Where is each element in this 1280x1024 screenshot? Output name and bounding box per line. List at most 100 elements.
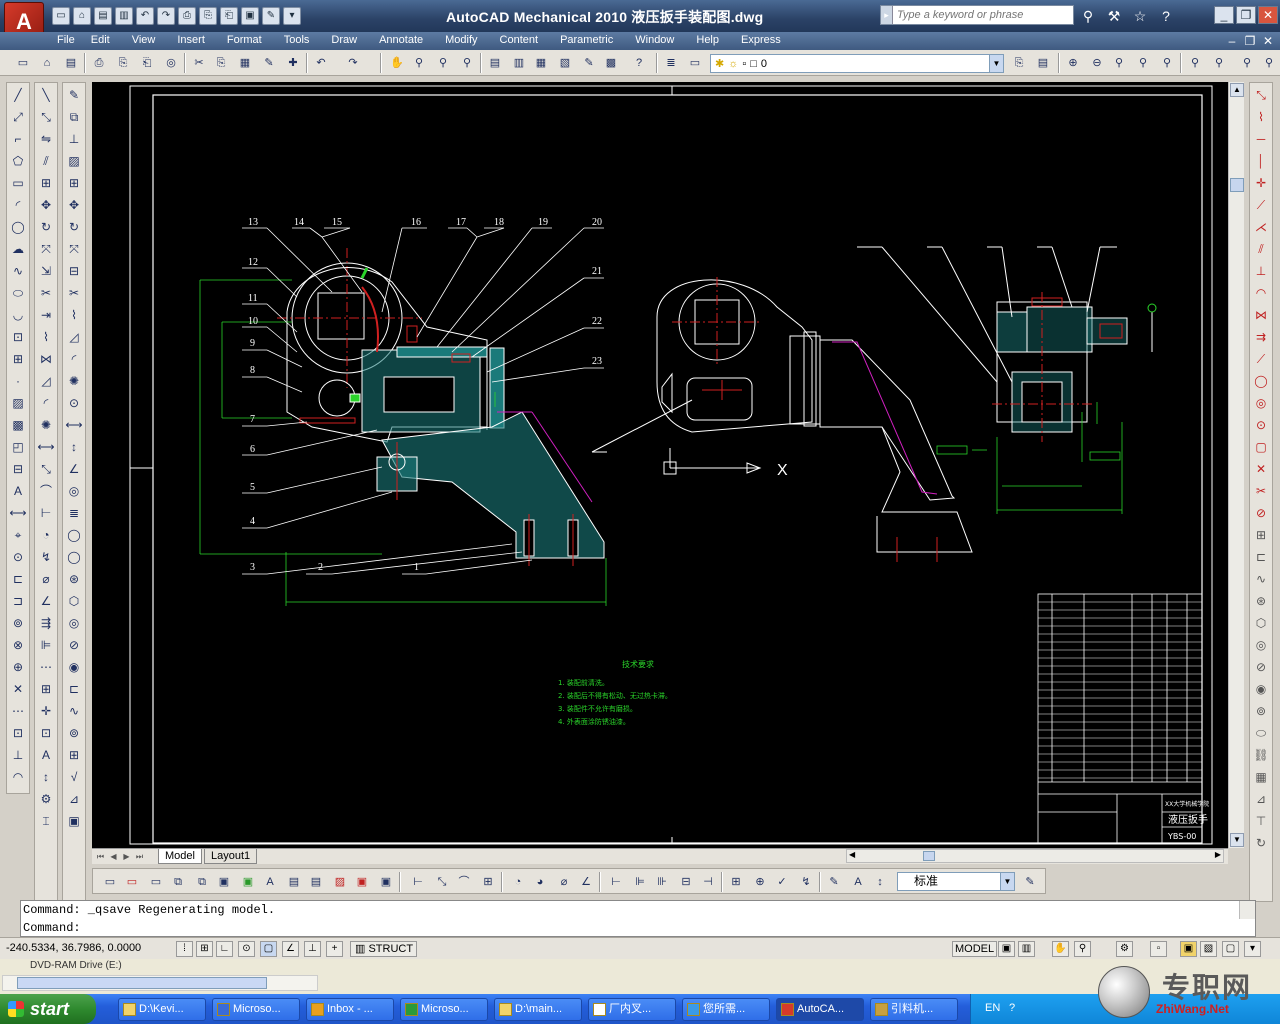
open-file-icon[interactable]: ⌂	[38, 54, 56, 72]
nut-gen-icon[interactable]: ⬡	[1251, 613, 1271, 633]
zoom-extents-icon[interactable]: ⚲	[1134, 54, 1152, 72]
construction-v-icon[interactable]: │	[1251, 151, 1271, 171]
menu-window[interactable]: Window	[635, 34, 684, 46]
markup-icon[interactable]: ✎	[580, 54, 598, 72]
quick-view-drawings-icon[interactable]: ▥	[1018, 941, 1035, 957]
rotate-mech-icon[interactable]: ↻	[64, 217, 84, 237]
polar-mode-icon[interactable]: ⊙	[238, 941, 255, 957]
tol-icon[interactable]: ⊞	[727, 873, 745, 891]
menu-draw[interactable]: Draw	[331, 34, 367, 46]
tab-last-icon[interactable]: ⏭	[133, 850, 146, 863]
mirror-icon[interactable]: ⇋	[36, 129, 56, 149]
construction-line-icon[interactable]: ⤢	[8, 107, 28, 127]
hatch-red-icon[interactable]: ▨	[331, 873, 349, 891]
dim-ord-icon[interactable]: ⊞	[479, 873, 497, 891]
dyn-mode-icon[interactable]: +	[326, 941, 343, 957]
dim-edit-icon[interactable]: A	[36, 745, 56, 765]
rect-red-icon[interactable]: ▭	[123, 873, 141, 891]
tab-next-icon[interactable]: ▶	[120, 850, 133, 863]
quick-view-layouts-icon[interactable]: ▣	[998, 941, 1015, 957]
ducs-mode-icon[interactable]: ⊥	[304, 941, 321, 957]
snap-perp-icon[interactable]: ⊥	[8, 745, 28, 765]
dim-style-icon[interactable]: ⚙	[36, 789, 56, 809]
open-icon[interactable]: ⌂	[73, 7, 91, 25]
dim-style-dropdown[interactable]: 标准 ▼	[897, 872, 1015, 891]
explorer-hscroll-thumb[interactable]	[17, 977, 267, 989]
spring-icon[interactable]: ∿	[64, 701, 84, 721]
scale-icon[interactable]: ⤧	[36, 239, 56, 259]
zoom-in-icon[interactable]: ⊕	[1064, 54, 1082, 72]
plot-icon[interactable]: ⎙	[178, 7, 196, 25]
snap-intersection-icon[interactable]: ✕	[8, 679, 28, 699]
erase-icon[interactable]: ╲	[36, 85, 56, 105]
menu-modify[interactable]: Modify	[445, 34, 487, 46]
fits-icon[interactable]: ⊞	[64, 745, 84, 765]
pan-icon[interactable]: ✋	[388, 54, 406, 72]
otrack-mode-icon[interactable]: ∠	[282, 941, 299, 957]
publish-icon[interactable]: ⎗	[220, 7, 238, 25]
tool-palettes-icon[interactable]: ▦	[532, 54, 550, 72]
construction-circle-icon[interactable]: ◯	[1251, 371, 1271, 391]
centerline-icon[interactable]: ⊥	[64, 129, 84, 149]
break-mech-icon[interactable]: ⌇	[64, 305, 84, 325]
snap-tangent-icon[interactable]: ◠	[8, 767, 28, 787]
dim-vert-icon[interactable]: ↕	[64, 437, 84, 457]
hole-icon[interactable]: ◉	[64, 657, 84, 677]
sheet-set-icon[interactable]: ▧	[556, 54, 574, 72]
center-mark-icon[interactable]: ✛	[36, 701, 56, 721]
help-icon[interactable]: ?	[1156, 6, 1176, 26]
construction-h-icon[interactable]: ─	[1251, 129, 1271, 149]
menu-insert[interactable]: Insert	[177, 34, 215, 46]
menu-help[interactable]: Help	[696, 34, 729, 46]
drawing-canvas[interactable]: 13 14 15 16 17 18 19 20 21 22 23 12 11 1…	[92, 82, 1228, 848]
chain-gen-icon[interactable]: ⛓	[1251, 745, 1271, 765]
quick-dim-icon[interactable]: ⇶	[36, 613, 56, 633]
insert-block-icon[interactable]: ⊡	[8, 327, 28, 347]
osnap-mode-icon[interactable]: ▢	[260, 941, 277, 957]
jogged-linear-icon[interactable]: ↯	[797, 873, 815, 891]
line-icon[interactable]: ╱	[8, 85, 28, 105]
command-line[interactable]: Command: _qsave Regenerating model. Comm…	[20, 900, 1256, 937]
horizontal-scrollbar[interactable]: ◀ ▶	[846, 849, 1224, 863]
favorites-icon[interactable]: ☆	[1130, 6, 1150, 26]
dim-rad-icon[interactable]: ◔	[509, 873, 527, 891]
grid-mode-icon[interactable]: ⊞	[196, 941, 213, 957]
bearing-gen-icon[interactable]: ⊚	[1251, 701, 1271, 721]
revcloud-icon[interactable]: ☁	[8, 239, 28, 259]
qdim-icon[interactable]: ⊢	[607, 873, 625, 891]
offset-icon[interactable]: ⫽	[36, 151, 56, 171]
pan-status-icon[interactable]: ✋	[1052, 941, 1069, 957]
undo-tool-icon[interactable]: ↶	[312, 54, 330, 72]
status-menu-icon[interactable]: ▾	[1244, 941, 1261, 957]
frame-green-icon[interactable]: ▣	[239, 873, 257, 891]
screw-gen-icon[interactable]: ⊛	[1251, 591, 1271, 611]
construction-angle-icon[interactable]: ⟋	[1251, 195, 1271, 215]
washer-gen-icon[interactable]: ◎	[1251, 635, 1271, 655]
hatch-mech-icon[interactable]: ▨	[64, 151, 84, 171]
construction-bisect-icon[interactable]: ⋌	[1251, 217, 1271, 237]
scroll-up-icon[interactable]: ▲	[1230, 83, 1244, 97]
power-copy-icon[interactable]: ⧉	[64, 107, 84, 127]
dim-continue-icon[interactable]: ⋯	[36, 657, 56, 677]
power-dim-icon[interactable]: ⤡	[1251, 85, 1271, 105]
make-block-icon[interactable]: ⊞	[8, 349, 28, 369]
properties-palette-icon[interactable]: ▤	[486, 54, 504, 72]
text-icon[interactable]: A	[261, 873, 279, 891]
construction-cross-icon[interactable]: ✛	[1251, 173, 1271, 193]
dim-cont-icon[interactable]: ⊪	[653, 873, 671, 891]
inspect-icon[interactable]: ✓	[773, 873, 791, 891]
snap-midpoint-icon[interactable]: ⊐	[8, 591, 28, 611]
zoom-previous-icon[interactable]: ⚲	[458, 54, 476, 72]
dim-text-icon[interactable]: A	[849, 873, 867, 891]
stretch-icon[interactable]: ⇲	[36, 261, 56, 281]
dim-break-icon[interactable]: ⊣	[699, 873, 717, 891]
construction-tangent-icon[interactable]: ◠	[1251, 283, 1271, 303]
menu-format[interactable]: Format	[227, 34, 272, 46]
move-icon[interactable]: ✥	[36, 195, 56, 215]
new-icon[interactable]: ▭	[52, 7, 70, 25]
match-properties-icon[interactable]: ✎	[260, 54, 278, 72]
balloon-icon[interactable]: ◎	[64, 481, 84, 501]
construction-offset-icon[interactable]: ⇉	[1251, 327, 1271, 347]
dim-arc-icon[interactable]: ⌒	[36, 481, 56, 501]
polyline-icon[interactable]: ⌐	[8, 129, 28, 149]
